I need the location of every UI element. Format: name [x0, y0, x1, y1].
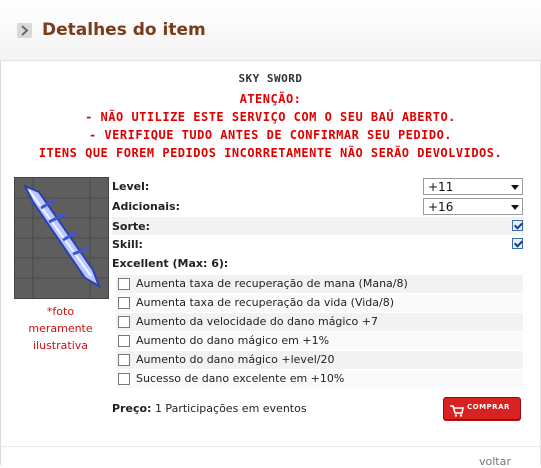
cart-icon — [450, 402, 464, 421]
caption-line: meramente — [28, 322, 93, 335]
warning-title: ATENÇÃO: — [239, 92, 302, 106]
option-label: Aumenta taxa de recuperação de mana (Man… — [136, 277, 408, 290]
sword-image — [15, 178, 108, 298]
option-checkbox[interactable] — [118, 297, 130, 309]
warning-line-3: ITENS QUE FOREM PEDIDOS INCORRETAMENTE N… — [38, 146, 503, 160]
back-link[interactable]: voltar — [479, 455, 511, 468]
option-checkbox[interactable] — [118, 316, 130, 328]
price-label: Preço: — [112, 402, 152, 415]
sorte-label: Sorte: — [112, 220, 151, 233]
price-line: Preço: 1 Participações em eventos — [112, 402, 307, 415]
option-checkbox[interactable] — [118, 335, 130, 347]
option-label: Aumento do dano mágico +level/20 — [136, 353, 335, 366]
buy-button-label: COMPRAR — [467, 403, 510, 411]
excellent-option[interactable]: Sucesso de dano excelente em +10% — [116, 370, 523, 388]
adicionais-value: +16 — [428, 200, 454, 214]
sorte-row — [112, 217, 524, 235]
warning-line-1: - NÃO UTILIZE ESTE SERVIÇO COM O SEU BAÚ… — [85, 110, 456, 124]
buy-button[interactable]: COMPRAR — [443, 397, 521, 420]
divider — [0, 446, 541, 448]
sorte-checkbox[interactable] — [512, 220, 523, 231]
section-header: Detalhes do item — [0, 0, 541, 61]
caption-line: *foto — [46, 305, 75, 318]
chevron-down-icon — [511, 185, 519, 190]
option-checkbox[interactable] — [118, 373, 130, 385]
level-select[interactable]: +11 — [423, 178, 523, 195]
item-image — [14, 177, 109, 299]
excellent-option[interactable]: Aumento da velocidade do dano mágico +7 — [116, 313, 523, 331]
option-checkbox[interactable] — [118, 278, 130, 290]
excellent-label: Excellent (Max: 6): — [112, 257, 229, 270]
option-label: Aumenta taxa de recuperação da vida (Vid… — [136, 296, 395, 309]
option-label: Aumento da velocidade do dano mágico +7 — [136, 315, 378, 328]
image-caption: *foto meramente ilustrativa — [14, 303, 107, 354]
excellent-option[interactable]: Aumento do dano mágico em +1% — [116, 332, 523, 350]
excellent-option[interactable]: Aumento do dano mágico +level/20 — [116, 351, 523, 369]
item-name: SKY SWORD — [238, 72, 303, 85]
price-value: 1 Participações em eventos — [154, 402, 307, 415]
caption-line: ilustrativa — [32, 339, 88, 352]
page-title: Detalhes do item — [42, 20, 206, 40]
option-checkbox[interactable] — [118, 354, 130, 366]
adicionais-select[interactable]: +16 — [423, 198, 523, 215]
level-label: Level: — [112, 180, 150, 193]
option-label: Aumento do dano mágico em +1% — [136, 334, 330, 347]
adicionais-label: Adicionais: — [112, 200, 180, 213]
chevron-right-icon — [17, 23, 32, 38]
excellent-option[interactable]: Aumenta taxa de recuperação da vida (Vid… — [116, 294, 523, 312]
excellent-option[interactable]: Aumenta taxa de recuperação de mana (Man… — [116, 275, 523, 293]
skill-checkbox[interactable] — [512, 238, 523, 249]
option-label: Sucesso de dano excelente em +10% — [136, 372, 345, 385]
chevron-down-icon — [511, 205, 519, 210]
skill-label: Skill: — [112, 238, 143, 251]
warning-line-2: - VERIFIQUE TUDO ANTES DE CONFIRMAR SEU … — [88, 128, 453, 142]
level-value: +11 — [428, 180, 454, 194]
